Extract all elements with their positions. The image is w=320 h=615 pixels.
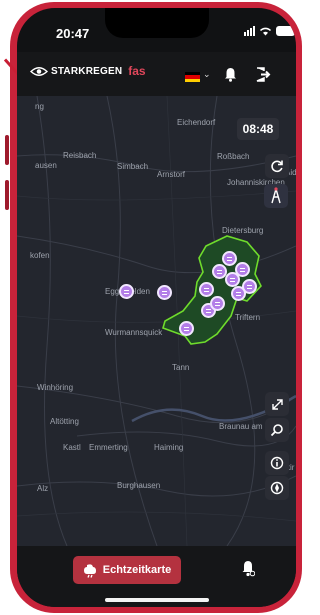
- battery-icon: [276, 26, 295, 36]
- status-bar: 20:47: [17, 8, 296, 52]
- map-label: Arnstorf: [157, 170, 186, 179]
- warning-marker[interactable]: [179, 321, 194, 336]
- map-label: Roßbach: [217, 152, 250, 161]
- realtime-map-label: Echtzeitkarte: [102, 564, 172, 576]
- app-screen: 20:47 STARKREGEN fas ⌄ Eichendorf Reisba…: [17, 8, 296, 607]
- warning-marker[interactable]: [157, 285, 172, 300]
- phone-side-button: [5, 180, 9, 210]
- phone-side-button: [5, 135, 9, 165]
- radar-layer-button[interactable]: [264, 184, 288, 208]
- logo-text: STARKREGEN: [51, 65, 123, 77]
- map-label: Wurmannsquick: [105, 328, 163, 337]
- map-label: Burghausen: [117, 481, 161, 490]
- map-label: Altötting: [50, 417, 79, 426]
- fullscreen-button[interactable]: [265, 392, 289, 416]
- map-label: Simbach: [117, 162, 149, 171]
- map-label: Tann: [172, 363, 190, 372]
- search-button[interactable]: [265, 418, 289, 442]
- search-icon: [270, 424, 283, 437]
- warning-marker[interactable]: [235, 262, 250, 277]
- signal-icon: [244, 26, 255, 36]
- map-label: Eichendorf: [177, 118, 216, 127]
- map-label: Kastl: [63, 443, 81, 452]
- map-label: Reisbach: [63, 151, 97, 160]
- warning-marker[interactable]: [199, 282, 214, 297]
- dynamic-island: [105, 8, 209, 38]
- logo-suffix: fas: [128, 64, 146, 78]
- warning-marker[interactable]: [222, 251, 237, 266]
- status-icons: [244, 26, 295, 36]
- map-label: Haiming: [154, 443, 184, 452]
- status-time: 20:47: [56, 26, 90, 41]
- realtime-map-button[interactable]: Echtzeitkarte: [73, 556, 181, 584]
- realtime-map-icon: [83, 563, 96, 578]
- info-button[interactable]: [265, 451, 289, 475]
- warning-marker[interactable]: [231, 286, 246, 301]
- bottom-navigation: Echtzeitkarte: [17, 546, 296, 607]
- warning-marker[interactable]: [119, 284, 134, 299]
- eye-logo-icon: [30, 66, 48, 76]
- app-header: STARKREGEN fas ⌄: [17, 52, 296, 96]
- chevron-down-icon[interactable]: ⌄: [203, 69, 211, 80]
- wifi-icon: [259, 27, 272, 36]
- map-label: Dietersburg: [222, 226, 264, 235]
- home-indicator: [105, 598, 209, 602]
- warning-marker[interactable]: [210, 296, 225, 311]
- refresh-icon: [271, 160, 283, 173]
- map-label: Alz: [37, 484, 49, 493]
- map-label: Triftern: [235, 313, 261, 322]
- map-label: Emmerting: [89, 443, 128, 452]
- map-label: Winhöring: [37, 383, 74, 392]
- expand-icon: [271, 398, 283, 410]
- compass-icon: [270, 481, 284, 495]
- map-label: ng: [35, 102, 44, 111]
- bell-settings-icon[interactable]: [241, 560, 255, 577]
- de-flag-icon[interactable]: [185, 72, 200, 82]
- refresh-button[interactable]: [265, 154, 289, 178]
- map-label: ausen: [35, 161, 57, 170]
- map-label: kofen: [30, 251, 50, 260]
- tower-icon: [271, 187, 281, 204]
- bell-icon[interactable]: [224, 67, 237, 82]
- logout-icon[interactable]: [256, 67, 271, 82]
- map-view[interactable]: Eichendorf Reisbach Roßbach Simbach Arns…: [17, 96, 296, 546]
- compass-button[interactable]: [265, 476, 289, 500]
- app-logo: STARKREGEN fas: [30, 64, 146, 78]
- info-icon: [270, 456, 284, 470]
- map-time-display: 08:48: [237, 118, 279, 140]
